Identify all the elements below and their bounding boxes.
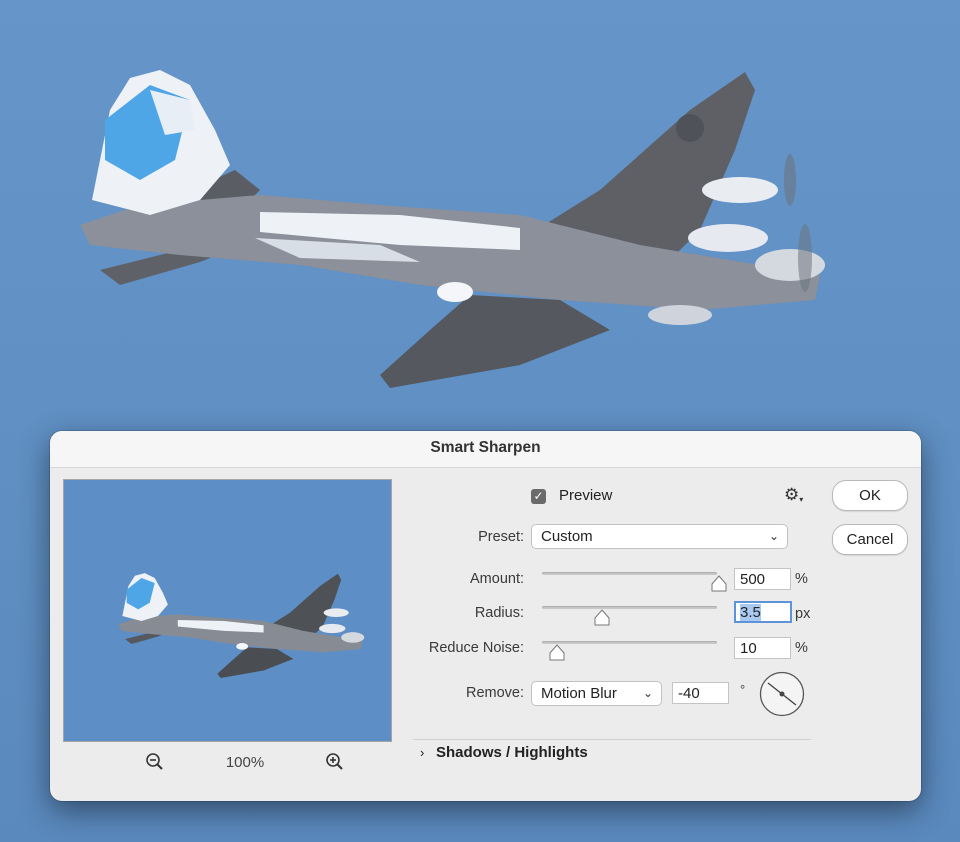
preview-label: Preview — [559, 487, 613, 504]
preview-checkbox[interactable]: ✓ — [531, 489, 546, 504]
photoshop-canvas: Smart Sharpen 100% ✓ Preview ⚙▾ Preset: … — [0, 0, 960, 842]
shadows-highlights-toggle[interactable]: › Shadows / Highlights — [420, 744, 588, 761]
amount-label: Amount: — [470, 571, 524, 587]
bomber-photo — [80, 70, 825, 388]
preset-value: Custom — [541, 528, 593, 545]
zoom-controls: 100% — [145, 749, 345, 775]
radius-label: Radius: — [474, 605, 524, 621]
cancel-button[interactable]: Cancel — [832, 524, 908, 555]
dialog-title: Smart Sharpen — [50, 431, 921, 468]
angle-unit: ° — [740, 682, 746, 697]
radius-value: 3.5 — [740, 604, 761, 621]
gear-icon[interactable]: ⚙▾ — [784, 485, 803, 505]
shadows-highlights-label: Shadows / Highlights — [436, 744, 588, 761]
preset-label: Preset: — [478, 529, 524, 545]
radius-input[interactable]: 3.5 — [734, 601, 792, 623]
angle-dial[interactable] — [758, 670, 806, 718]
amount-input[interactable]: 500 — [734, 568, 791, 590]
amount-slider-thumb[interactable] — [711, 575, 727, 592]
remove-label: Remove: — [465, 685, 524, 701]
chevron-right-icon: › — [420, 745, 425, 760]
angle-input[interactable]: -40 — [672, 682, 729, 704]
smart-sharpen-dialog: Smart Sharpen 100% ✓ Preview ⚙▾ Preset: … — [50, 431, 921, 801]
chevron-down-icon: ⌄ — [642, 686, 653, 700]
preview-thumbnail[interactable] — [63, 479, 392, 742]
reduce-noise-unit: % — [795, 640, 808, 656]
radius-slider-track[interactable] — [542, 606, 717, 609]
preset-dropdown[interactable]: Custom ⌄ — [531, 524, 788, 549]
radius-slider-thumb[interactable] — [594, 609, 610, 626]
ok-button[interactable]: OK — [832, 480, 908, 511]
zoom-level: 100% — [225, 753, 265, 771]
section-divider — [413, 739, 811, 740]
remove-dropdown[interactable]: Motion Blur ⌄ — [531, 681, 662, 706]
chevron-down-icon: ⌄ — [768, 529, 779, 543]
preview-bomber-image — [118, 573, 365, 679]
reduce-noise-label: Reduce Noise: — [428, 640, 524, 656]
amount-slider-track[interactable] — [542, 572, 717, 575]
amount-unit: % — [795, 571, 808, 587]
reduce-noise-slider-track[interactable] — [542, 641, 717, 644]
remove-value: Motion Blur — [541, 685, 617, 702]
zoom-out-icon[interactable] — [145, 752, 165, 772]
reduce-noise-input[interactable]: 10 — [734, 637, 791, 659]
reduce-noise-slider-thumb[interactable] — [549, 644, 565, 661]
radius-unit: px — [795, 606, 811, 622]
zoom-in-icon[interactable] — [325, 752, 345, 772]
